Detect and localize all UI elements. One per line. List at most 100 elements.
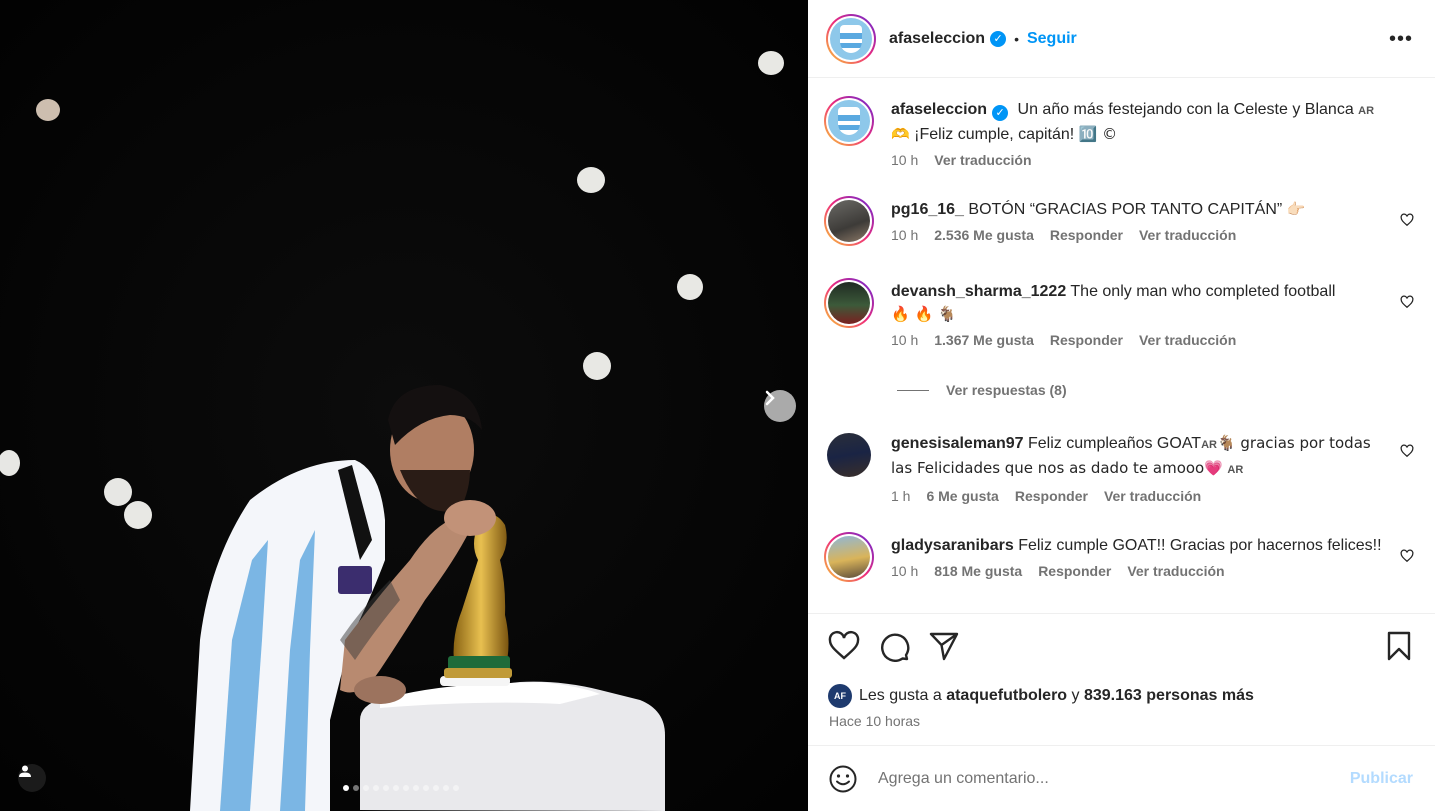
comment-body: The only man who completed football — [1070, 283, 1336, 300]
photo-illustration — [0, 0, 808, 811]
carousel-dots — [343, 785, 459, 791]
post-timestamp: Hace 10 horas — [829, 713, 921, 729]
view-replies-button[interactable]: Ver respuestas (8) — [897, 382, 1067, 398]
translate-link[interactable]: Ver traducción — [1127, 563, 1224, 579]
save-bookmark-icon[interactable] — [1383, 630, 1415, 662]
author-avatar[interactable] — [826, 13, 876, 64]
comment-item: genesisaleman97 Feliz cumpleaños GOATAR🐐… — [824, 430, 1424, 504]
comment-meta: 10 h 2.536 Me gusta Responder Ver traduc… — [891, 227, 1424, 243]
comment-meta: 10 h 818 Me gusta Responder Ver traducci… — [891, 563, 1424, 579]
pointing-emoji: 👉🏻 — [1286, 200, 1306, 218]
carousel-dot — [413, 785, 419, 791]
comment-avatar[interactable] — [824, 430, 874, 480]
tagged-users-button[interactable] — [18, 764, 46, 792]
comment-time: 10 h — [891, 563, 919, 579]
caption-translate-link[interactable]: Ver traducción — [934, 152, 1031, 168]
comments-list[interactable]: afaseleccion ✓ Un año más festejando con … — [808, 79, 1435, 613]
comment-meta: 1 h 6 Me gusta Responder Ver traducción — [891, 488, 1424, 504]
reply-button[interactable]: Responder — [1038, 563, 1111, 579]
reply-button[interactable]: Responder — [1015, 488, 1088, 504]
user-icon — [19, 765, 31, 777]
comment-likes[interactable]: 2.536 Me gusta — [934, 227, 1034, 243]
comment-body: Feliz cumpleaños GOAT — [1027, 435, 1202, 452]
carousel-next-button[interactable] — [764, 390, 796, 422]
action-icons-row — [828, 630, 1415, 662]
likes-others-link[interactable]: 839.163 personas más — [1084, 687, 1254, 705]
carousel-dot — [433, 785, 439, 791]
carousel-dot — [403, 785, 409, 791]
comment-avatar[interactable] — [824, 196, 874, 246]
comment-body: Feliz cumple GOAT!! Gracias por hacernos… — [1018, 537, 1382, 554]
view-replies-label: Ver respuestas (8) — [946, 382, 1067, 398]
translate-link[interactable]: Ver traducción — [1139, 227, 1236, 243]
caption-username[interactable]: afaseleccion — [891, 101, 987, 118]
heart-hands-emoji: 🫶 — [891, 125, 910, 143]
likes-prefix: Les gusta a — [859, 687, 942, 704]
caption-avatar[interactable] — [824, 96, 874, 146]
post-photo[interactable] — [0, 0, 808, 811]
comment-composer: Publicar — [808, 745, 1435, 811]
follow-button[interactable]: Seguir — [1027, 30, 1077, 48]
comment-username[interactable]: genesisaleman97 — [891, 435, 1024, 452]
comment-username[interactable]: devansh_sharma_1222 — [891, 283, 1066, 300]
like-comment-heart-icon[interactable] — [1400, 549, 1414, 563]
carousel-dot — [393, 785, 399, 791]
comment-body: BOTÓN “GRACIAS POR TANTO CAPITÁN” — [968, 201, 1283, 218]
post-actions: AF Les gusta a ataquefutbolero y 839.163… — [808, 613, 1435, 745]
comment-item: pg16_16_ BOTÓN “GRACIAS POR TANTO CAPITÁ… — [824, 196, 1424, 246]
verified-badge-icon: ✓ — [992, 105, 1009, 121]
comment-likes[interactable]: 818 Me gusta — [934, 563, 1022, 579]
caption: afaseleccion ✓ Un año más festejando con … — [824, 96, 1424, 168]
liker-username[interactable]: ataquefutbolero — [946, 687, 1067, 705]
comment-meta: 10 h 1.367 Me gusta Responder Ver traduc… — [891, 332, 1424, 348]
caption-line1: Un año más festejando con la Celeste y B… — [1017, 101, 1354, 118]
like-comment-heart-icon[interactable] — [1400, 444, 1414, 458]
publish-button[interactable]: Publicar — [1350, 770, 1413, 788]
comment-item: gladysaranibars Feliz cumple GOAT!! Grac… — [824, 532, 1424, 582]
comment-likes[interactable]: 6 Me gusta — [926, 488, 998, 504]
carousel-dot — [363, 785, 369, 791]
like-heart-icon[interactable] — [828, 630, 860, 662]
liker-avatar[interactable]: AF — [828, 684, 852, 708]
translate-link[interactable]: Ver traducción — [1139, 332, 1236, 348]
verified-badge-icon: ✓ — [990, 30, 1007, 47]
chevron-right-icon — [765, 390, 775, 406]
caption-time: 10 h — [891, 152, 919, 168]
carousel-dot — [353, 785, 359, 791]
afa-logo-icon — [840, 24, 862, 53]
fire-goat-emoji: 🔥 🔥 🐐 — [891, 305, 957, 323]
flag-ar: AR — [1201, 439, 1217, 451]
comment-text: genesisaleman97 Feliz cumpleaños GOATAR🐐… — [891, 432, 1386, 482]
caption-meta: 10 h Ver traducción — [891, 152, 1424, 168]
reply-button[interactable]: Responder — [1050, 332, 1123, 348]
comment-text: gladysaranibars Feliz cumple GOAT!! Grac… — [891, 534, 1386, 557]
author-username[interactable]: afaseleccion — [889, 30, 985, 48]
comment-likes[interactable]: 1.367 Me gusta — [934, 332, 1034, 348]
carousel-dot — [383, 785, 389, 791]
comment-avatar[interactable] — [824, 532, 874, 582]
translate-link[interactable]: Ver traducción — [1104, 488, 1201, 504]
comment-text: pg16_16_ BOTÓN “GRACIAS POR TANTO CAPITÁ… — [891, 198, 1386, 221]
more-options-icon[interactable]: ••• — [1389, 28, 1413, 51]
comment-input[interactable] — [878, 765, 1328, 793]
share-paper-plane-icon[interactable] — [928, 630, 960, 662]
post-side-panel: afaseleccion ✓ • Seguir ••• afaseleccion… — [808, 0, 1435, 811]
comment-avatar[interactable] — [824, 278, 874, 328]
comment-username[interactable]: gladysaranibars — [891, 537, 1014, 554]
comment-username[interactable]: pg16_16_ — [891, 201, 964, 218]
reply-button[interactable]: Responder — [1050, 227, 1123, 243]
like-comment-heart-icon[interactable] — [1400, 213, 1414, 227]
caption-line2: ¡Feliz cumple, capitán! — [914, 126, 1075, 143]
header-separator: • — [1014, 30, 1019, 47]
comment-text: devansh_sharma_1222 The only man who com… — [891, 280, 1386, 326]
comment-time: 10 h — [891, 332, 919, 348]
pink-heart-emoji: 💗 — [1204, 459, 1223, 477]
comment-bubble-icon[interactable] — [878, 630, 910, 662]
post-header: afaseleccion ✓ • Seguir ••• — [808, 0, 1435, 78]
like-comment-heart-icon[interactable] — [1400, 295, 1414, 309]
comment-time: 10 h — [891, 227, 919, 243]
likes-connector: y — [1071, 687, 1080, 704]
carousel-dot — [343, 785, 349, 791]
emoji-picker-icon[interactable] — [828, 764, 858, 794]
replies-divider — [897, 389, 929, 391]
